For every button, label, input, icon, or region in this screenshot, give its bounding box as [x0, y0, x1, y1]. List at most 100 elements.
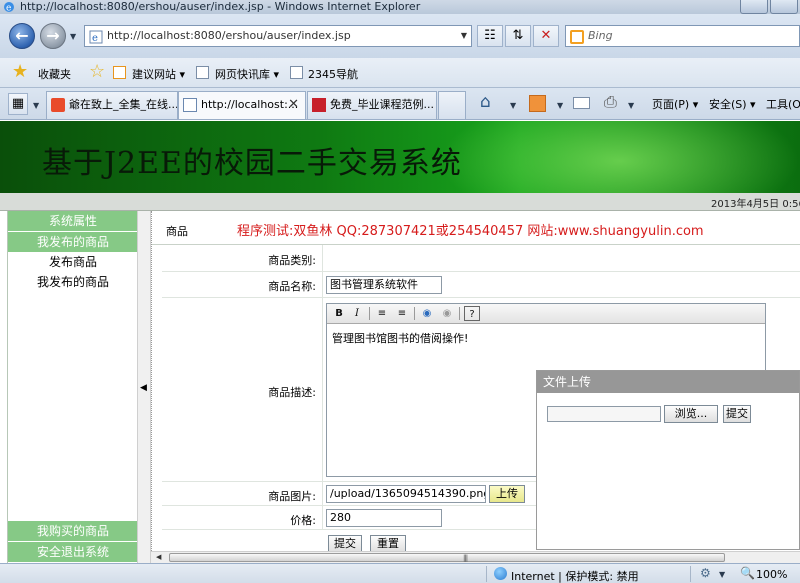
status-divider	[690, 566, 691, 582]
tab-list-dropdown-icon[interactable]: ▼	[33, 101, 39, 110]
dialog-submit-button[interactable]: 提交	[723, 405, 751, 423]
add-favorite-icon[interactable]: ☆	[89, 62, 105, 82]
collapse-arrow-icon[interactable]: ◀	[140, 383, 147, 393]
sidebar-section-logout[interactable]: 安全退出系统	[8, 542, 138, 562]
toolbar-separator	[414, 307, 415, 320]
forward-button[interactable]: →	[40, 23, 66, 49]
soku-icon	[51, 98, 65, 112]
scrollbar-thumb[interactable]: |||	[169, 553, 725, 562]
submit-button[interactable]: 提交	[328, 535, 362, 551]
sidebar-item-my-goods[interactable]: 我发布的商品	[8, 273, 138, 291]
rss-dropdown-icon[interactable]: ▼	[557, 101, 563, 110]
zoom-level[interactable]: 100%	[756, 568, 787, 581]
tab-label: 免费_毕业课程范例...	[330, 98, 434, 111]
rss-icon[interactable]	[529, 95, 546, 112]
image-path-input[interactable]: /upload/1365094514390.png	[326, 485, 486, 503]
unlink-icon[interactable]: ◉	[439, 306, 455, 321]
minimize-button[interactable]	[740, 0, 768, 14]
tools-menu[interactable]: 工具(O)	[766, 96, 800, 112]
home-icon[interactable]: ⌂	[480, 92, 491, 112]
scroll-left-icon[interactable]: ◀	[156, 553, 161, 561]
internet-zone-icon	[494, 567, 507, 580]
security-zone[interactable]: Internet | 保护模式: 禁用	[511, 568, 639, 583]
tab-bar: ▦ ▼ 爺在致上_全集_在线... http://localhost:... ✕…	[0, 88, 800, 120]
refresh-icon[interactable]: ⇅	[505, 25, 531, 47]
sidebar-item-publish[interactable]: 发布商品	[8, 253, 138, 271]
description-label: 商品描述:	[268, 386, 316, 399]
form-row-name: 商品名称: 图书管理系统软件	[162, 272, 800, 298]
unordered-list-icon[interactable]: ≡	[394, 306, 410, 321]
sidebar-section-my-purchases[interactable]: 我购买的商品	[8, 521, 138, 541]
price-input[interactable]: 280	[326, 509, 442, 527]
address-bar[interactable]: e http://localhost:8080/ershou/auser/ind…	[84, 25, 472, 47]
quick-tabs-icon[interactable]: ▦	[8, 93, 28, 115]
tab-close-icon[interactable]: ✕	[288, 92, 299, 118]
sidebar-section-my-published[interactable]: 我发布的商品	[8, 232, 138, 252]
nav-2345-icon	[290, 66, 303, 79]
row-divider	[322, 245, 323, 271]
italic-button[interactable]: I	[349, 306, 365, 321]
status-divider	[486, 566, 487, 582]
maximize-button[interactable]	[770, 0, 798, 14]
reset-button[interactable]: 重置	[370, 535, 406, 551]
goods-name-input[interactable]: 图书管理系统软件	[326, 276, 442, 294]
sidebar-menu: 系统属性 我发布的商品 发布商品 我发布的商品 我购买的商品 安全退出系统	[7, 211, 138, 563]
suggested-sites-link[interactable]: 建议网站 ▾	[132, 66, 185, 82]
tab-course[interactable]: 免费_毕业课程范例...	[307, 91, 437, 119]
page-menu[interactable]: 页面(P) ▾	[652, 96, 698, 112]
link-icon[interactable]: ◉	[419, 306, 435, 321]
row-divider	[322, 506, 323, 529]
upload-image-button[interactable]: 上传	[489, 485, 525, 503]
stop-icon[interactable]: ✕	[533, 25, 559, 47]
tab-video[interactable]: 爺在致上_全集_在线...	[46, 91, 178, 119]
bing-icon	[570, 30, 584, 44]
nav-2345-link[interactable]: 2345导航	[308, 66, 358, 82]
sidebar-section-system[interactable]: 系统属性	[8, 211, 138, 231]
browse-button[interactable]: 浏览...	[664, 405, 718, 423]
popup-dropdown-icon[interactable]: ▼	[719, 570, 725, 579]
compatibility-view-icon[interactable]: ☷	[477, 25, 503, 47]
ordered-list-icon[interactable]: ≡	[374, 306, 390, 321]
horizontal-scrollbar[interactable]: ◀ |||	[151, 551, 800, 563]
print-dropdown-icon[interactable]: ▼	[628, 101, 634, 110]
suggested-sites-icon	[113, 66, 126, 79]
description-text: 管理图书馆图书的借阅操作!	[332, 332, 469, 345]
file-upload-dialog: 文件上传 浏览... 提交	[536, 370, 800, 550]
home-dropdown-icon[interactable]: ▼	[510, 101, 516, 110]
search-placeholder: Bing	[588, 29, 613, 42]
site-title: 基于J2EE的校园二手交易系统	[42, 146, 462, 181]
web-slice-link[interactable]: 网页快讯库 ▾	[215, 66, 279, 82]
print-icon[interactable]: ⎙	[604, 92, 617, 112]
navigation-bar: ← → ▼ e http://localhost:8080/ershou/aus…	[0, 14, 800, 58]
frame-splitter[interactable]: ◀	[137, 211, 151, 563]
price-label: 价格:	[290, 514, 316, 527]
name-label: 商品名称:	[268, 280, 316, 293]
popup-blocker-icon[interactable]: ⚙	[700, 566, 711, 580]
breadcrumb: 商品	[166, 225, 188, 238]
mail-icon[interactable]	[573, 97, 590, 109]
address-url: http://localhost:8080/ershou/auser/index…	[107, 29, 351, 42]
search-box[interactable]: Bing	[565, 25, 800, 47]
address-dropdown-icon[interactable]: ▼	[461, 31, 467, 40]
bold-button[interactable]: B	[331, 306, 347, 321]
new-tab-button[interactable]	[438, 91, 466, 119]
favorites-button[interactable]: 收藏夹	[38, 66, 71, 82]
status-bar: Internet | 保护模式: 禁用 ⚙ ▼ 🔍 100%	[0, 563, 800, 583]
form-row-category: 商品类别:	[162, 245, 800, 272]
svg-text:e: e	[92, 33, 98, 44]
tab-localhost[interactable]: http://localhost:... ✕	[178, 91, 306, 119]
back-button[interactable]: ←	[9, 23, 35, 49]
page-favicon-icon: e	[89, 30, 103, 44]
favorites-bar: ★ 收藏夹 ☆ 建议网站 ▾ 网页快讯库 ▾ 2345导航	[0, 58, 800, 88]
category-label: 商品类别:	[268, 254, 316, 267]
safety-menu[interactable]: 安全(S) ▾	[709, 96, 756, 112]
current-date: 2013年4月5日 0:56	[711, 199, 800, 210]
tab-label: http://localhost:...	[201, 98, 299, 111]
history-dropdown-icon[interactable]: ▼	[70, 32, 76, 41]
help-icon[interactable]: ?	[464, 306, 480, 321]
file-path-input[interactable]	[547, 406, 661, 422]
editor-toolbar: B I ≡ ≡ ◉ ◉ ?	[327, 304, 765, 324]
row-divider	[322, 298, 323, 481]
ie-logo-icon: e	[4, 2, 14, 13]
zoom-icon[interactable]: 🔍	[740, 566, 755, 580]
